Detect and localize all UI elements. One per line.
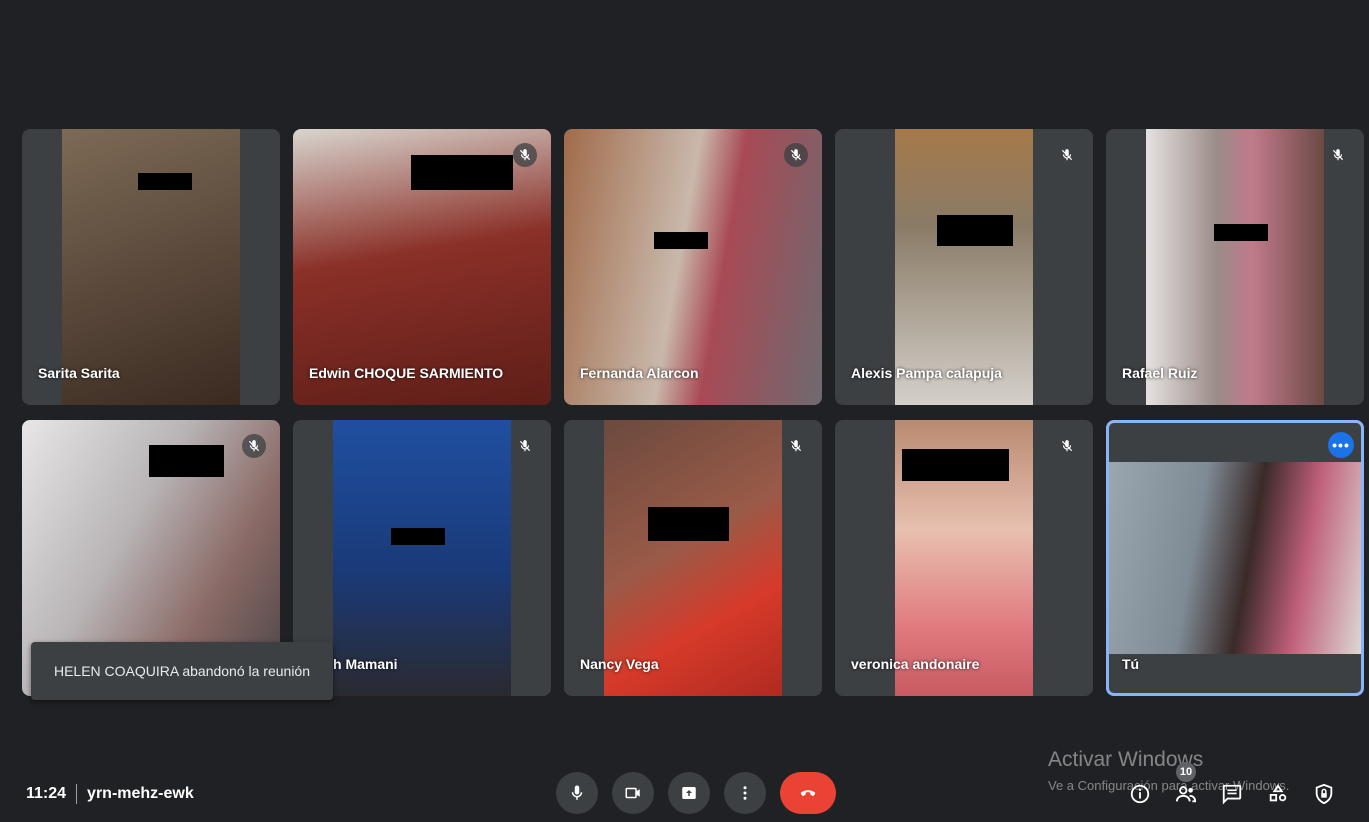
info-icon: [1130, 784, 1150, 804]
participant-tile[interactable]: Fernanda Alarcon: [564, 129, 822, 405]
face-redaction: [391, 528, 445, 545]
people-button[interactable]: 10: [1172, 762, 1200, 808]
activities-button[interactable]: [1264, 780, 1292, 808]
more-options-button[interactable]: [724, 772, 766, 814]
face-redaction: [648, 507, 729, 541]
meeting-details-button[interactable]: [1126, 780, 1154, 808]
meeting-time: 11:24: [26, 785, 67, 802]
participant-name: Edwin CHOQUE SARMIENTO: [309, 365, 504, 381]
microphone-button[interactable]: [556, 772, 598, 814]
participant-name: Rafael Ruiz: [1122, 365, 1198, 381]
participant-name: Tú: [1122, 656, 1140, 672]
video-feed: [1146, 129, 1324, 405]
face-redaction: [138, 173, 192, 190]
divider: [76, 784, 78, 804]
meeting-info: 11:24 yrn-mehz-ewk: [26, 784, 194, 804]
participant-tile[interactable]: Edwin CHOQUE SARMIENTO: [293, 129, 551, 405]
mic-off-icon: [1326, 143, 1350, 167]
face-redaction: [902, 449, 1009, 481]
mic-off-icon: [784, 434, 808, 458]
camera-icon: [625, 787, 640, 799]
participant-grid: Sarita Sarita Edwin CHOQUE SARMIENTO Fer…: [22, 129, 1364, 696]
mic-off-icon: [1055, 434, 1079, 458]
video-feed: [604, 420, 782, 696]
face-redaction: [411, 155, 513, 190]
more-options-icon[interactable]: •••: [1328, 432, 1354, 458]
microphone-icon: [571, 785, 583, 800]
chat-icon: [1222, 784, 1242, 805]
mic-off-icon: [513, 434, 537, 458]
mic-off-icon: [1055, 143, 1079, 167]
video-feed: [1109, 462, 1361, 654]
present-screen-button[interactable]: [668, 772, 710, 814]
participant-tile[interactable]: Alexis Pampa calapuja: [835, 129, 1093, 405]
host-controls-button[interactable]: [1310, 780, 1338, 808]
people-count-badge: 10: [1176, 762, 1196, 782]
mic-off-icon: [242, 434, 266, 458]
activities-icon: [1269, 784, 1287, 802]
call-controls: [556, 772, 836, 814]
video-feed: [62, 129, 240, 405]
participant-tile[interactable]: Nancy Vega: [564, 420, 822, 696]
face-redaction: [149, 445, 224, 477]
participant-name: Fernanda Alarcon: [580, 365, 699, 381]
face-redaction: [937, 215, 1013, 246]
participant-name: veronica andonaire: [851, 656, 980, 672]
watermark-title: Activar Windows: [1048, 748, 1204, 771]
participant-name: Nancy Vega: [580, 656, 659, 672]
shield-lock-icon: [1315, 783, 1333, 805]
video-feed: [333, 420, 511, 696]
participant-tile[interactable]: veronica andonaire: [835, 420, 1093, 696]
leave-call-button[interactable]: [780, 772, 836, 814]
meeting-tools: 10: [1126, 762, 1338, 808]
chat-button[interactable]: [1218, 780, 1246, 808]
people-icon: [1175, 786, 1197, 803]
participant-tile[interactable]: Rafael Ruiz: [1106, 129, 1364, 405]
participant-tile[interactable]: Sarita Sarita: [22, 129, 280, 405]
face-redaction: [654, 232, 708, 249]
camera-button[interactable]: [612, 772, 654, 814]
mic-off-icon: [513, 143, 537, 167]
more-vert-icon: [743, 786, 747, 800]
hang-up-icon: [800, 790, 816, 796]
face-redaction: [1214, 224, 1268, 241]
participant-name: Alexis Pampa calapuja: [851, 365, 1002, 381]
meeting-code[interactable]: yrn-mehz-ewk: [87, 785, 194, 803]
notification-toast: HELEN COAQUIRA abandonó la reunión: [31, 642, 333, 700]
video-feed: [564, 129, 822, 405]
present-screen-icon: [682, 787, 696, 799]
video-feed: [895, 129, 1033, 405]
participant-name: Sarita Sarita: [38, 365, 120, 381]
participant-name: h Mamani: [333, 656, 398, 672]
mic-off-icon: [784, 143, 808, 167]
participant-tile-self[interactable]: ••• Tú: [1106, 420, 1364, 696]
